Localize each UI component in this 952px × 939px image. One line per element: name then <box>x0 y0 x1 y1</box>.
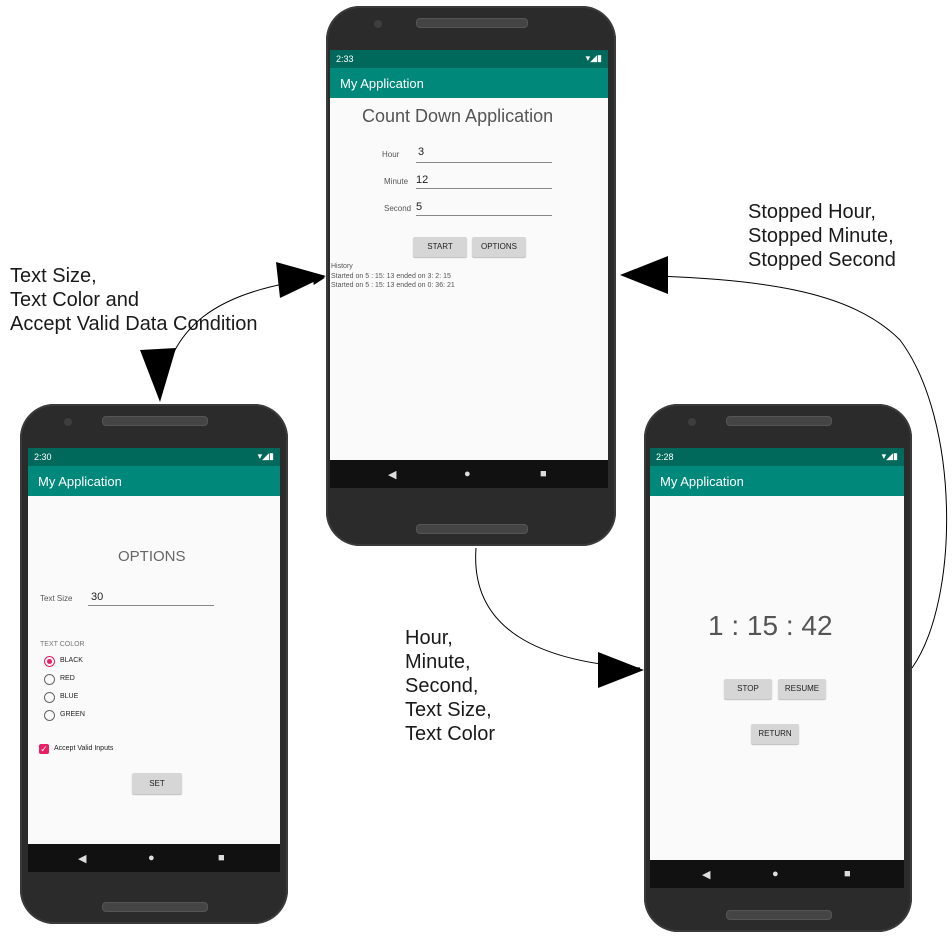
arrow-head-to-main-left <box>276 262 326 298</box>
arrow-timer-to-main <box>621 274 948 669</box>
arrow-main-to-timer <box>475 547 641 669</box>
arrow-head-to-options <box>140 348 176 402</box>
flow-arrows <box>140 256 948 688</box>
arrow-head-to-timer <box>598 652 644 688</box>
arrow-options-to-main <box>159 273 325 399</box>
arrow-head-to-main-right <box>620 256 668 294</box>
